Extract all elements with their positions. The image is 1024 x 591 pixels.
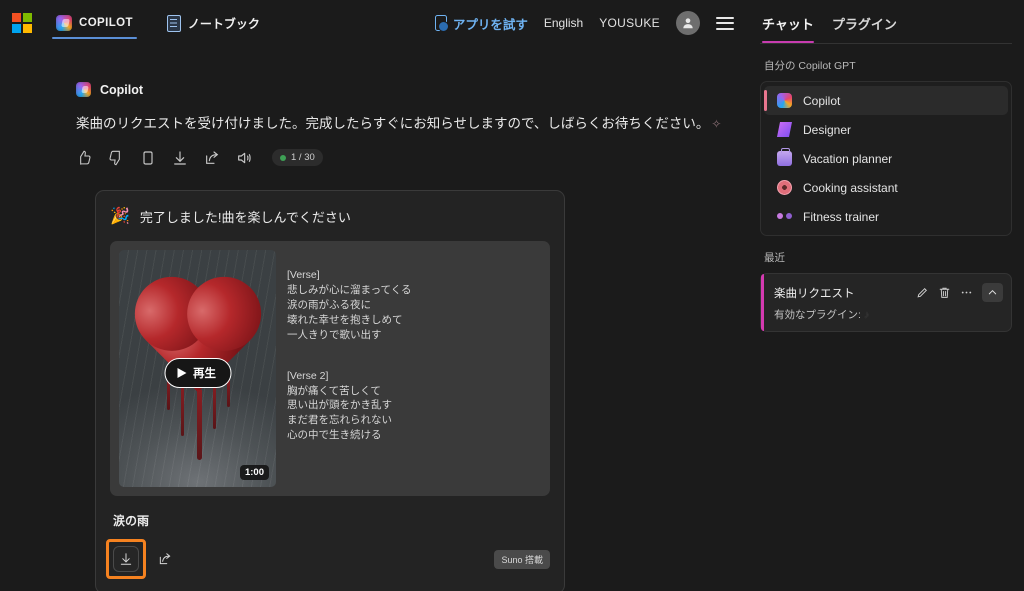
assistant-message: Copilot 楽曲のリクエストを受け付けました。完成したらすぐにお知らせします…	[0, 46, 748, 591]
copilot-gpt-icon	[777, 93, 792, 108]
microsoft-logo-icon	[12, 13, 32, 33]
export-icon[interactable]	[204, 150, 220, 166]
share-icon	[159, 553, 171, 565]
lyrics-verse-1: [Verse] 悲しみが心に溜まってくる 涙の雨がふる夜に 壊れた幸せを抱きしめ…	[287, 269, 412, 341]
right-panel-tabs: チャット プラグイン	[748, 0, 1024, 43]
tab-plugins[interactable]: プラグイン	[832, 14, 897, 43]
message-text: 楽曲のリクエストを受け付けました。完成したらすぐにお知らせしますので、しばらくお…	[76, 114, 748, 134]
recent-item-subtitle-row: 有効なプラグイン: ♪	[774, 307, 1003, 322]
message-header: Copilot	[76, 82, 748, 97]
play-button[interactable]: 再生	[164, 358, 231, 389]
tab-chat[interactable]: チャット	[762, 14, 814, 43]
download-icon[interactable]	[172, 150, 188, 166]
sidebar-item-cooking-assistant[interactable]: Cooking assistant	[761, 173, 1011, 202]
song-title: 涙の雨	[113, 514, 150, 529]
music-note-icon: ♪	[863, 308, 870, 321]
download-icon	[120, 553, 132, 565]
thumbs-up-icon[interactable]	[76, 150, 92, 166]
try-app-label: アプリを試す	[452, 17, 528, 32]
sidebar-item-copilot[interactable]: Copilot	[764, 86, 1008, 115]
response-counter[interactable]: 1 / 30	[272, 149, 323, 167]
cooking-assistant-icon	[777, 180, 792, 195]
recent-item-subtitle: 有効なプラグイン:	[774, 309, 861, 321]
sidebar-item-label: Vacation planner	[803, 151, 893, 166]
message-action-toolbar: 1 / 30	[76, 149, 748, 167]
chevron-up-icon[interactable]	[982, 283, 1003, 302]
trash-icon[interactable]	[938, 286, 951, 299]
status-dot-icon	[280, 154, 286, 161]
song-download-button[interactable]	[113, 546, 139, 573]
try-app-button[interactable]: アプリを試す	[434, 14, 528, 33]
song-share-button[interactable]	[152, 546, 178, 572]
recent-item-actions	[916, 283, 1003, 302]
avatar[interactable]	[676, 11, 700, 35]
lyrics-verse-2: [Verse 2] 胸が痛くて苦しくて 思い出が頭をかき乱す まだ君を忘れられな…	[287, 369, 392, 442]
album-artwork[interactable]: 再生 1:00	[119, 250, 276, 488]
response-counter-label: 1 / 30	[291, 152, 315, 164]
speaker-icon[interactable]	[236, 150, 252, 166]
drip	[197, 390, 202, 461]
recent-conversation-item[interactable]: 楽曲リクエスト 有効なプラグイン: ♪	[760, 273, 1012, 332]
gpt-section-label: 自分の Copilot GPT	[764, 60, 856, 72]
ellipsis-icon[interactable]	[960, 286, 973, 299]
card-banner-text: 完了しました!曲を楽しんでください	[139, 210, 351, 226]
hamburger-menu-icon[interactable]	[716, 16, 734, 30]
right-panel: チャット プラグイン 自分の Copilot GPT Copilot Desig…	[748, 0, 1024, 591]
lyrics-panel: [Verse] 悲しみが心に溜まってくる 涙の雨がふる夜に 壊れた幸せを抱きしめ…	[287, 250, 412, 487]
sidebar-item-designer[interactable]: Designer	[761, 115, 1011, 144]
language-selector[interactable]: English	[544, 16, 583, 30]
duration-badge: 1:00	[239, 465, 269, 481]
vacation-planner-icon	[777, 148, 792, 166]
gpt-list: Copilot Designer Vacation planner Cookin…	[760, 81, 1012, 236]
pencil-icon[interactable]	[916, 286, 929, 299]
drip	[213, 383, 216, 430]
person-avatar-icon	[683, 18, 693, 29]
message-author: Copilot	[100, 82, 144, 97]
message-body: 楽曲のリクエストを受け付けました。完成したらすぐにお知らせしますので、しばらくお…	[76, 116, 710, 131]
tab-copilot-label: COPILOT	[79, 17, 133, 29]
recent-section-label: 最近	[764, 252, 785, 264]
sidebar-item-label: Cooking assistant	[803, 180, 898, 195]
suno-badge: Suno 搭載	[494, 549, 550, 569]
designer-icon	[777, 122, 792, 137]
app-root: COPILOT ノートブック アプリを試す English YOUSUKE Co…	[0, 0, 1024, 591]
top-right-controls: アプリを試す English YOUSUKE	[434, 0, 734, 46]
tab-active-underline	[52, 37, 137, 39]
copy-icon[interactable]	[140, 150, 156, 166]
top-navigation-bar: COPILOT ノートブック アプリを試す English YOUSUKE	[0, 0, 748, 46]
tab-copilot[interactable]: COPILOT	[52, 0, 137, 46]
sidebar-item-label: Designer	[803, 122, 852, 137]
card-banner: 🎉 完了しました!曲を楽しんでください	[110, 207, 550, 226]
play-button-label: 再生	[193, 368, 216, 381]
drip	[181, 384, 184, 437]
party-popper-icon: 🎉	[110, 207, 130, 225]
user-name-label: YOUSUKE	[599, 16, 660, 30]
main-column: COPILOT ノートブック アプリを試す English YOUSUKE Co…	[0, 0, 748, 591]
chat-scroll-area[interactable]: Copilot 楽曲のリクエストを受け付けました。完成したらすぐにお知らせします…	[0, 46, 748, 591]
sidebar-item-label: Copilot	[803, 93, 841, 108]
card-footer: Suno 搭載	[106, 539, 550, 580]
notebook-icon	[166, 14, 181, 32]
tab-notebook[interactable]: ノートブック	[163, 0, 264, 46]
thumbs-down-icon[interactable]	[108, 150, 124, 166]
recent-item-top-row: 楽曲リクエスト	[774, 283, 1003, 302]
copilot-icon	[76, 82, 91, 97]
play-triangle-icon	[177, 368, 186, 379]
sparkle-icon: ✧	[711, 117, 722, 132]
recent-item-title: 楽曲リクエスト	[774, 287, 855, 300]
sidebar-item-vacation-planner[interactable]: Vacation planner	[761, 144, 1011, 173]
fitness-trainer-icon	[777, 209, 792, 224]
tab-notebook-label: ノートブック	[187, 16, 260, 31]
mobile-app-icon	[434, 15, 449, 32]
player-row: 再生 1:00 [Verse] 悲しみが心に溜まってくる 涙の雨がふる夜に 壊れ…	[110, 241, 550, 497]
copilot-icon	[56, 15, 72, 31]
download-highlight-box	[106, 539, 146, 580]
sidebar-item-label: Fitness trainer	[803, 209, 880, 224]
song-card: 🎉 完了しました!曲を楽しんでください 再生 1:00 [Verse] 悲しみが…	[95, 190, 565, 591]
sidebar-item-fitness-trainer[interactable]: Fitness trainer	[761, 202, 1011, 231]
